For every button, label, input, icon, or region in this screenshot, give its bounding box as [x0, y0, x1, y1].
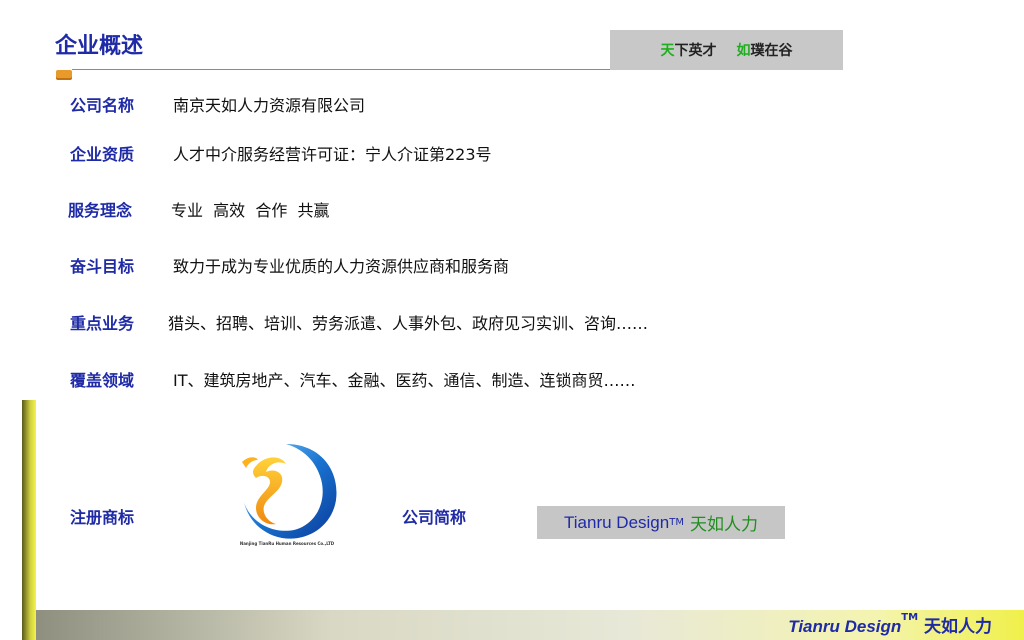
page-title: 企业概述	[55, 34, 144, 59]
left-decor-bar	[22, 400, 36, 640]
logo-caption: Nanjing TianRu Human Resources Co.,LTD	[239, 541, 335, 546]
footer-brand-tm: TM	[901, 612, 919, 623]
motto-text-2: 璞在谷	[750, 43, 793, 59]
service-concept-value: 专业 高效 合作 共赢	[171, 201, 330, 220]
goal-label: 奋斗目标	[70, 257, 135, 276]
company-logo: Nanjing TianRu Human Resources Co.,LTD	[228, 438, 346, 550]
title-accent-bar	[56, 70, 72, 78]
company-name-value: 南京天如人力资源有限公司	[173, 96, 366, 115]
key-business-label: 重点业务	[70, 314, 135, 333]
short-name-en: Tianru Design	[564, 512, 670, 532]
footer-brand: Tianru DesignTM 天如人力	[788, 612, 992, 637]
coverage-label: 覆盖领域	[70, 371, 135, 390]
service-concept-label: 服务理念	[68, 201, 133, 220]
motto-box: 天下英才 如璞在谷	[610, 30, 843, 70]
motto-text-1: 下英才	[674, 43, 717, 59]
motto-highlight-2: 如	[736, 43, 751, 59]
trademark-label: 注册商标	[70, 508, 135, 527]
footer-brand-cn: 天如人力	[924, 617, 992, 637]
qualification-label: 企业资质	[70, 145, 135, 164]
short-name-box: Tianru Design TM 天如人力	[537, 506, 785, 539]
short-name-tm: TM	[669, 517, 684, 528]
key-business-value: 猎头、招聘、培训、劳务派遣、人事外包、政府见习实训、咨询……	[168, 314, 649, 333]
footer-brand-en: Tianru Design	[788, 617, 902, 636]
goal-value: 致力于成为专业优质的人力资源供应商和服务商	[173, 257, 510, 276]
short-name-label: 公司简称	[402, 508, 467, 527]
motto-highlight-1: 天	[660, 43, 675, 59]
dragon-logo-icon	[242, 444, 337, 539]
qualification-value: 人才中介服务经营许可证：宁人介证第223号	[173, 145, 492, 164]
company-name-label: 公司名称	[70, 96, 135, 115]
short-name-cn: 天如人力	[689, 515, 758, 535]
coverage-value: IT、建筑房地产、汽车、金融、医药、通信、制造、连锁商贸……	[173, 371, 636, 390]
